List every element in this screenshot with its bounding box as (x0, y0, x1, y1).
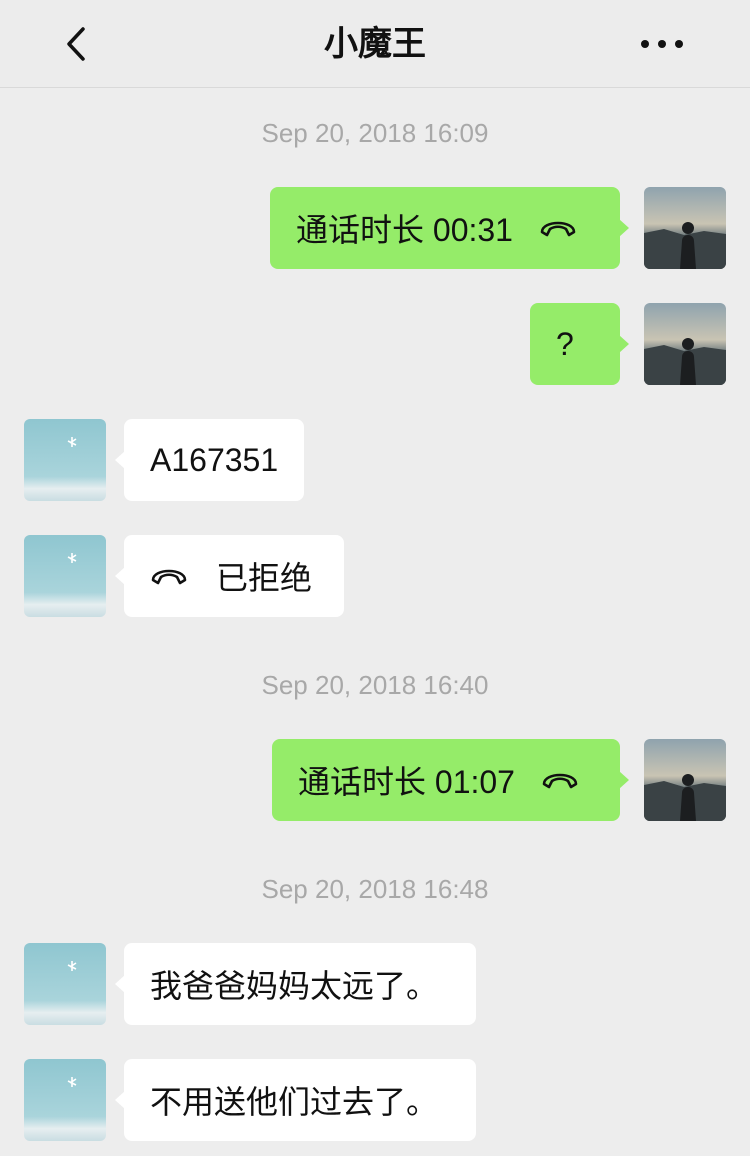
contact-avatar[interactable] (24, 1059, 106, 1141)
text-message-outgoing[interactable]: ? (530, 303, 629, 385)
voice-call-message[interactable]: 通话时长 01:07 (272, 739, 629, 821)
voice-call-message[interactable]: 通话时长 00:31 (270, 187, 629, 269)
contact-avatar[interactable] (24, 535, 106, 617)
phone-hangup-icon (539, 218, 577, 238)
message-text: 不用送他们过去了。 (150, 1084, 439, 1120)
message-text: ? (556, 325, 574, 362)
message-timestamp: Sep 20, 2018 16:09 (261, 118, 489, 148)
contact-avatar[interactable] (24, 419, 106, 501)
text-message-incoming[interactable]: A167351 (115, 419, 304, 501)
chevron-left-icon (67, 27, 85, 61)
voice-call-message[interactable]: 已拒绝 (115, 535, 344, 617)
call-status-label: 已拒绝 (216, 560, 313, 596)
message-timestamp: Sep 20, 2018 16:40 (261, 670, 489, 700)
message-text: A167351 (150, 441, 279, 478)
self-avatar[interactable] (644, 303, 726, 385)
phone-hangup-icon (150, 566, 188, 586)
nav-bar: 小魔王 (0, 0, 750, 88)
call-duration-label: 通话时长 00:31 (296, 212, 513, 248)
phone-hangup-icon (541, 770, 579, 790)
text-message-incoming[interactable]: 我爸爸妈妈太远了。 (115, 943, 476, 1025)
text-message-incoming[interactable]: 不用送他们过去了。 (115, 1059, 476, 1141)
self-avatar[interactable] (644, 739, 726, 821)
back-button[interactable] (58, 24, 94, 64)
contact-avatar[interactable] (24, 943, 106, 1025)
call-duration-label: 通话时长 01:07 (298, 764, 515, 800)
self-avatar[interactable] (644, 187, 726, 269)
message-text: 我爸爸妈妈太远了。 (150, 968, 439, 1004)
message-timestamp: Sep 20, 2018 16:48 (261, 874, 489, 904)
more-button[interactable] (636, 26, 688, 62)
more-horizontal-icon (641, 40, 683, 48)
